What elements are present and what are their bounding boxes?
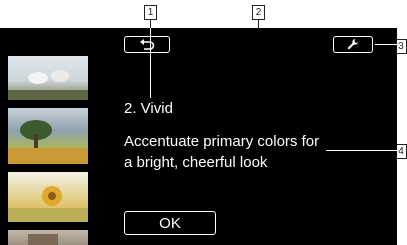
camera-screen: 2. Vivid Accentuate primary colors for a… — [0, 28, 397, 245]
settings-button[interactable] — [333, 36, 373, 53]
thumbnail-image-1 — [8, 70, 88, 100]
callout-2: 2 — [252, 5, 265, 20]
thumbnail-preset-3[interactable] — [8, 172, 88, 222]
preset-title: 2. Vivid — [124, 100, 173, 117]
thumbnail-preset-2-selected[interactable] — [8, 108, 88, 164]
back-button[interactable] — [124, 36, 170, 53]
return-arrow-icon — [140, 38, 155, 50]
callout-1: 1 — [144, 5, 157, 20]
preset-description: Accentuate primary colors for a bright, … — [124, 133, 320, 171]
callout-1-line — [150, 28, 151, 98]
thumbnail-preset-1[interactable] — [8, 56, 88, 100]
thumbnail-preset-4[interactable] — [8, 230, 88, 245]
callout-4-line — [326, 150, 397, 151]
wrench-icon — [347, 39, 358, 50]
callout-3-line — [375, 44, 397, 45]
thumbnail-image-4 — [28, 234, 58, 245]
callout-1-leader — [150, 19, 151, 28]
callout-2-leader — [258, 19, 259, 28]
ok-button[interactable]: OK — [124, 211, 216, 235]
thumbnail-image-2 — [8, 120, 88, 164]
thumbnail-image-3 — [8, 186, 88, 222]
